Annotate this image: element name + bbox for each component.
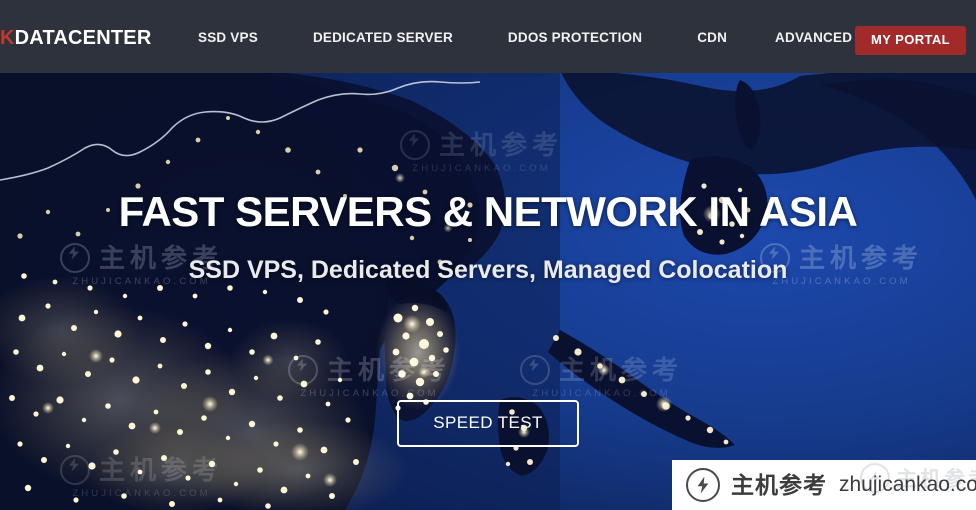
speed-test-button[interactable]: SPEED TEST	[397, 400, 579, 447]
primary-nav: SSD VPS DEDICATED SERVER DDOS PROTECTION…	[198, 30, 956, 46]
site-logo[interactable]: KDATACENTER	[0, 28, 151, 48]
brand-watermark-badge: 主机参考 zhujicankao.com 主机参考	[672, 460, 976, 510]
top-navigation-bar: KDATACENTER SSD VPS DEDICATED SERVER DDO…	[0, 0, 976, 73]
brand-ghost-watermark: 主机参考	[860, 463, 976, 493]
brand-cn-text: 主机参考	[731, 472, 827, 498]
hero-cta-wrapper: SPEED TEST	[0, 400, 976, 447]
nav-ddos-protection[interactable]: DDOS PROTECTION	[508, 30, 642, 46]
nav-cdn[interactable]: CDN	[697, 30, 727, 46]
brand-ghost-cn-text: 主机参考	[896, 468, 976, 491]
page-root: 主机参考 ZHUJICANKAO.COM 主机参考 ZHUJICANKAO.CO…	[0, 0, 976, 510]
nav-dedicated-server[interactable]: DEDICATED SERVER	[313, 30, 453, 46]
logo-k-mark: K	[0, 27, 15, 49]
logo-wordmark: DATACENTER	[14, 27, 152, 49]
lightning-bolt-circle-icon	[686, 468, 720, 502]
nav-ssd-vps[interactable]: SSD VPS	[198, 30, 258, 46]
lightning-bolt-circle-icon	[860, 463, 890, 493]
my-portal-button[interactable]: MY PORTAL	[855, 26, 966, 55]
